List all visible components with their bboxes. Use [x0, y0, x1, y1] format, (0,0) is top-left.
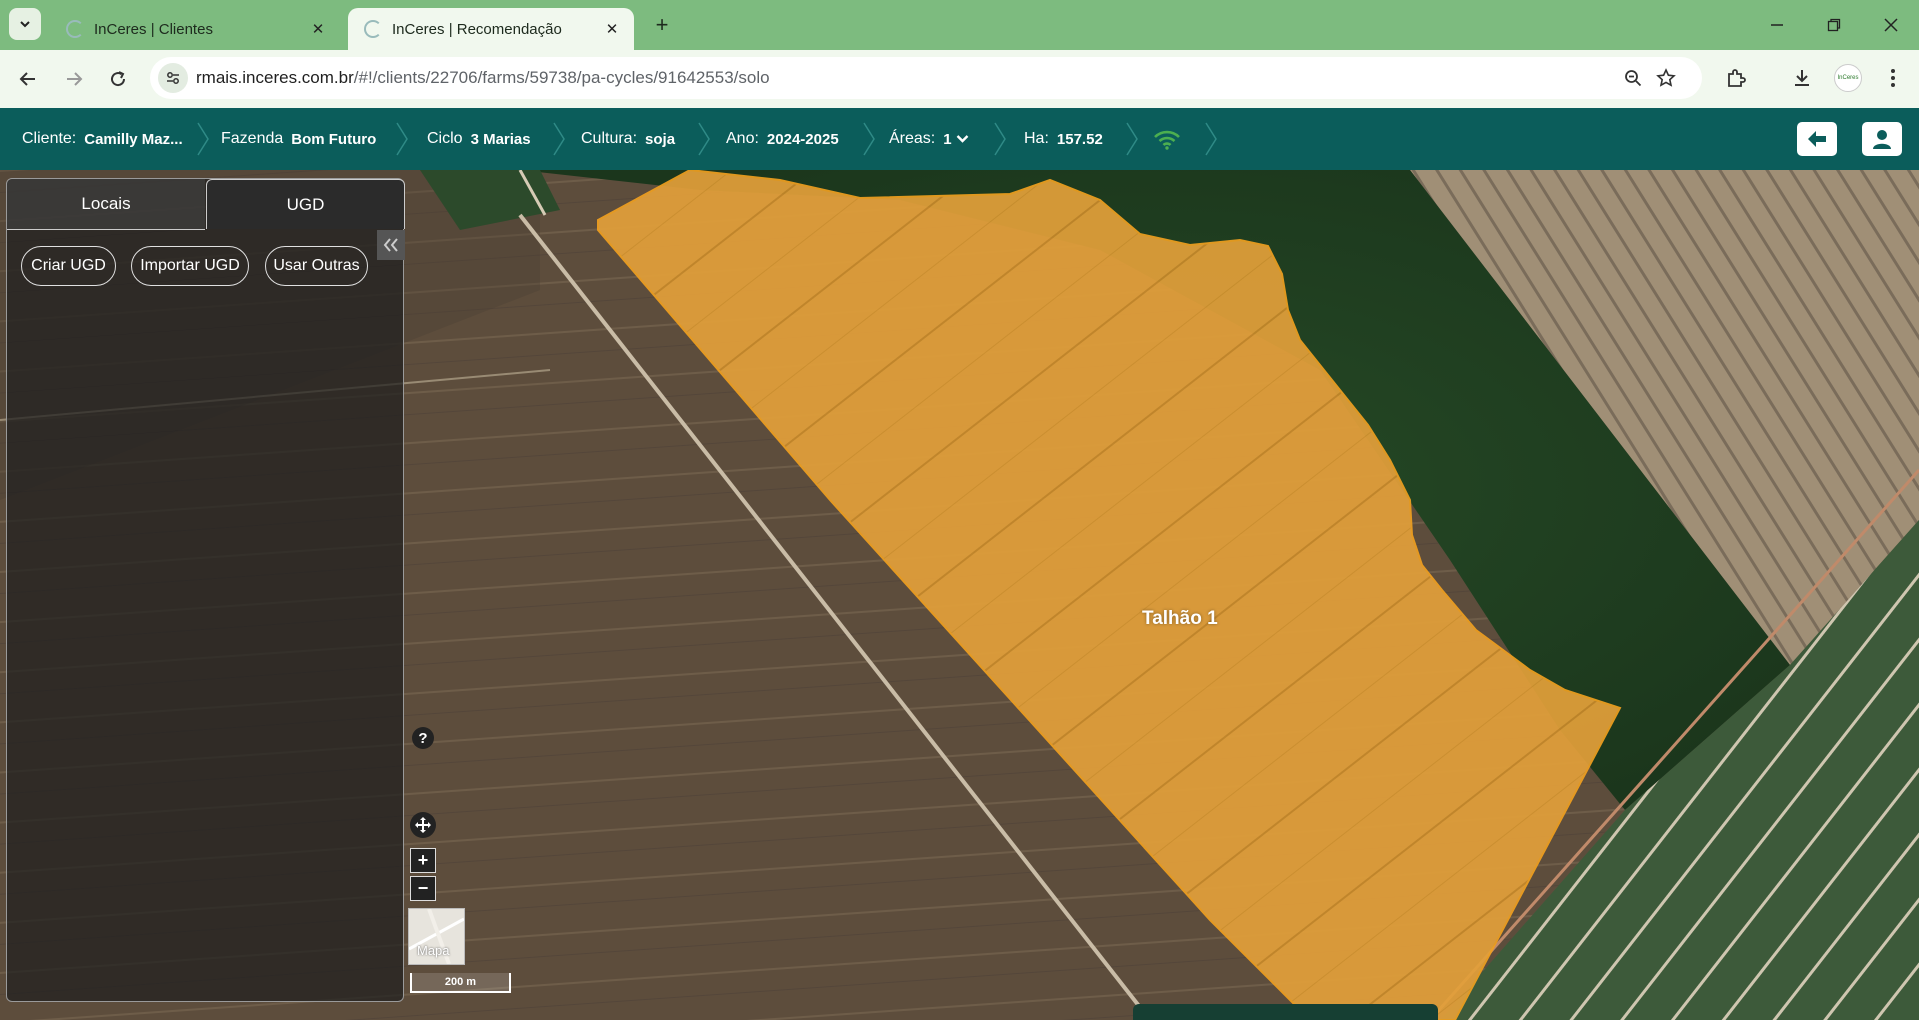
tab-ugd[interactable]: UGD — [206, 179, 405, 229]
minimize-window-button[interactable] — [1757, 10, 1797, 40]
pan-control[interactable] — [410, 812, 436, 838]
reload-button[interactable] — [102, 63, 134, 95]
chevron-down-icon — [20, 21, 30, 28]
browser-toolbar: rmais.inceres.com.br/#!/clients/22706/fa… — [0, 50, 1919, 108]
importar-ugd-button[interactable]: Importar UGD — [131, 246, 249, 286]
close-tab-icon[interactable]: ✕ — [308, 19, 328, 39]
zoom-page-icon[interactable] — [1621, 66, 1645, 90]
breadcrumb-ha: Ha: 157.52 — [1024, 108, 1103, 170]
zoom-in-button[interactable]: + — [410, 848, 436, 873]
breadcrumb-cultura[interactable]: Cultura: soja — [581, 108, 675, 170]
areas-label: Áreas: — [889, 130, 936, 147]
breadcrumb-chevron-icon — [1126, 122, 1138, 156]
tab-title: InCeres | Recomendação — [392, 20, 562, 38]
breadcrumb-cliente[interactable]: Cliente: Camilly Maz... — [22, 108, 183, 170]
breadcrumb-areas[interactable]: Áreas: 1 — [889, 108, 969, 170]
breadcrumb-chevron-icon — [994, 122, 1006, 156]
arrow-right-icon — [67, 72, 83, 86]
close-icon — [1884, 18, 1898, 32]
help-button[interactable]: ? — [412, 727, 434, 749]
url-host: rmais.inceres.com.br — [196, 68, 354, 87]
breadcrumb-chevron-icon — [197, 122, 209, 156]
browser-tab-recomendacao[interactable]: InCeres | Recomendação ✕ — [348, 8, 634, 50]
tab-title: InCeres | Clientes — [94, 20, 213, 38]
extensions-icon[interactable] — [1722, 64, 1750, 92]
app-header: Cliente: Camilly Maz... Fazenda Bom Futu… — [0, 108, 1919, 170]
wifi-icon — [1154, 130, 1180, 150]
breadcrumb-chevron-icon — [553, 122, 565, 156]
fazenda-value: Bom Futuro — [291, 130, 377, 148]
tab-search-button[interactable] — [9, 8, 41, 40]
cliente-label: Cliente: — [22, 130, 77, 147]
close-tab-icon[interactable]: ✕ — [602, 19, 622, 39]
breadcrumb-ciclo[interactable]: Ciclo 3 Marias — [427, 108, 531, 170]
profile-text: InCeres — [1837, 75, 1859, 81]
profile-avatar[interactable]: InCeres — [1834, 64, 1862, 92]
breadcrumb-chevron-icon — [698, 122, 710, 156]
ha-value: 157.52 — [1056, 130, 1103, 148]
zoom-out-button[interactable]: − — [410, 876, 436, 901]
reload-icon — [111, 71, 126, 87]
areas-value: 1 — [943, 130, 952, 148]
cultura-value: soja — [645, 130, 676, 148]
tab-locais[interactable]: Locais — [7, 179, 205, 229]
minimize-icon — [1771, 24, 1783, 26]
url-path: /#!/clients/22706/farms/59738/pa-cycles/… — [353, 68, 770, 87]
side-panel: Locais UGD Criar UGD Importar UGD Usar O… — [6, 178, 405, 1002]
double-chevron-left-icon — [383, 238, 398, 252]
chevron-down-icon — [956, 135, 968, 143]
ciclo-label: Ciclo — [427, 130, 463, 147]
back-button[interactable] — [12, 63, 44, 95]
inceres-favicon-icon — [364, 20, 382, 38]
ano-value: 2024-2025 — [766, 130, 839, 148]
breadcrumb-chevron-icon — [1205, 122, 1217, 156]
move-arrows-icon — [415, 817, 431, 833]
criar-ugd-button[interactable]: Criar UGD — [21, 246, 116, 286]
inceres-favicon-icon — [66, 20, 84, 38]
arrow-left-icon — [1808, 131, 1826, 147]
basemap-label: Mapa — [417, 943, 450, 958]
bookmark-star-icon[interactable] — [1654, 66, 1678, 90]
restore-icon — [1827, 18, 1841, 32]
breadcrumb-fazenda[interactable]: Fazenda Bom Futuro — [221, 108, 376, 170]
browser-menu-icon[interactable] — [1879, 64, 1907, 92]
user-account-button[interactable] — [1862, 122, 1902, 156]
ano-label: Ano: — [726, 130, 759, 147]
usar-outras-button[interactable]: Usar Outras — [265, 246, 368, 286]
back-arrow-button[interactable] — [1797, 122, 1837, 156]
forward-button[interactable] — [58, 63, 90, 95]
restore-window-button[interactable] — [1814, 10, 1854, 40]
download-icon[interactable] — [1788, 64, 1816, 92]
cliente-value: Camilly Maz... — [84, 130, 183, 148]
scale-bar: 200 m — [410, 973, 511, 993]
collapse-panel-button[interactable] — [377, 230, 405, 260]
basemap-switcher[interactable]: Mapa — [408, 908, 465, 965]
address-bar[interactable]: rmais.inceres.com.br/#!/clients/22706/fa… — [150, 57, 1702, 99]
new-tab-button[interactable]: + — [650, 12, 674, 37]
browser-tab-clientes[interactable]: InCeres | Clientes ✕ — [50, 8, 340, 50]
breadcrumb-ano[interactable]: Ano: 2024-2025 — [726, 108, 839, 170]
fazenda-label: Fazenda — [221, 130, 284, 147]
breadcrumb-chevron-icon — [863, 122, 875, 156]
field-label: Talhão 1 — [1142, 608, 1218, 629]
close-window-button[interactable] — [1871, 10, 1911, 40]
breadcrumb-chevron-icon — [396, 122, 408, 156]
ciclo-value: 3 Marias — [470, 130, 531, 148]
site-info-icon[interactable] — [158, 63, 188, 93]
arrow-left-icon — [19, 72, 35, 86]
ha-label: Ha: — [1024, 130, 1049, 147]
tab-divider — [7, 229, 205, 230]
bottom-info-strip — [1133, 1004, 1438, 1020]
url-text: rmais.inceres.com.br/#!/clients/22706/fa… — [196, 68, 770, 88]
user-icon — [1873, 130, 1891, 149]
cultura-label: Cultura: — [581, 130, 638, 147]
browser-tab-bar: InCeres | Clientes ✕ InCeres | Recomenda… — [0, 0, 1919, 50]
